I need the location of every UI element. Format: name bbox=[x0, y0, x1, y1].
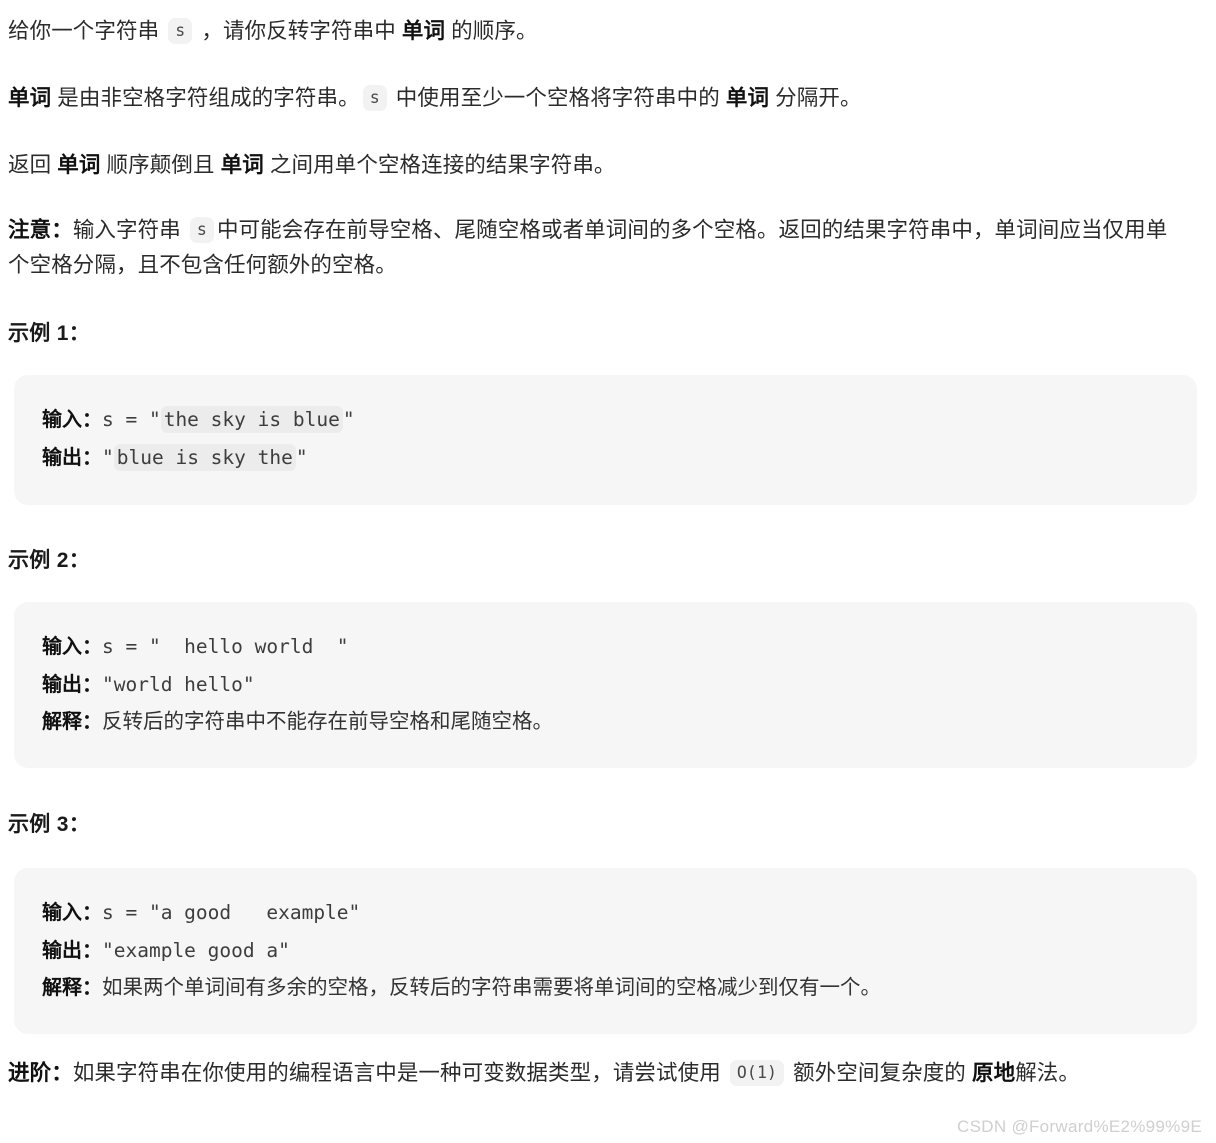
explain-label: 解释： bbox=[42, 977, 102, 1000]
text-segment: 之间用单个空格连接的结果字符串。 bbox=[263, 153, 616, 177]
example-input-line: 输入：s = " hello world " bbox=[42, 628, 1197, 666]
output-label: 输出： bbox=[42, 939, 102, 962]
input-label: 输入： bbox=[42, 636, 102, 658]
paragraph-note: 注意：输入字符串 s 中可能会存在前导空格、尾随空格或者单词间的多个空格。返回的结… bbox=[0, 213, 1198, 283]
text-segment: 的顺序。 bbox=[445, 19, 538, 43]
input-prefix: s = " bbox=[102, 408, 161, 431]
example-block-3: 输入：s = "a good example" 输出："example good… bbox=[14, 868, 1197, 1034]
example-output-line: 输出："world hello" bbox=[42, 666, 1197, 704]
text-segment: 中使用至少一个空格将字符串中的 bbox=[389, 86, 726, 110]
text-segment: 分隔开。 bbox=[769, 86, 862, 110]
output-value: "world hello" bbox=[102, 672, 255, 696]
output-code-value: blue is sky the bbox=[113, 443, 296, 471]
input-value: s = "a good example" bbox=[102, 901, 361, 924]
followup-label: 进阶： bbox=[8, 1061, 73, 1085]
output-value: "example good a" bbox=[102, 938, 290, 962]
emphasis-word: 原地 bbox=[971, 1061, 1016, 1085]
input-label: 输入： bbox=[42, 902, 102, 924]
text-segment: 给你一个字符串 bbox=[8, 19, 166, 43]
example-output-line: 输出：" blue is sky the " bbox=[42, 439, 1197, 477]
example-heading-3: 示例 3： bbox=[8, 813, 91, 836]
output-prefix: " bbox=[102, 445, 114, 469]
input-code-value: the sky is blue bbox=[160, 406, 343, 433]
explain-label: 解释： bbox=[42, 711, 102, 734]
text-segment: 输入字符串 bbox=[72, 218, 187, 242]
inline-code-s: s bbox=[362, 85, 387, 111]
emphasis-word: 单词 bbox=[220, 153, 264, 177]
example-explain-line: 解释：反转后的字符串中不能存在前导空格和尾随空格。 bbox=[42, 703, 1197, 741]
output-label: 输出： bbox=[42, 446, 102, 469]
output-suffix: " bbox=[295, 445, 308, 469]
input-label: 输入： bbox=[42, 409, 102, 431]
emphasis-word: 单词 bbox=[725, 86, 770, 110]
text-segment: 顺序颠倒且 bbox=[100, 153, 221, 177]
text-segment: 如果字符串在你使用的编程语言中是一种可变数据类型，请尝试使用 bbox=[72, 1061, 727, 1085]
paragraph-description-2: 单词 是由非空格字符组成的字符串。 s 中使用至少一个空格将字符串中的 单词 分隔… bbox=[0, 81, 1216, 116]
csdn-watermark: CSDN @Forward%E2%99%9E bbox=[957, 1117, 1202, 1136]
example-block-2: 输入：s = " hello world " 输出："world hello" … bbox=[14, 602, 1197, 768]
text-segment: 解法。 bbox=[1015, 1061, 1080, 1085]
example-input-line: 输入：s = " the sky is blue " bbox=[42, 401, 1197, 439]
inline-code-s: s bbox=[168, 18, 193, 44]
text-segment: 返回 bbox=[8, 153, 58, 177]
paragraph-followup: 进阶：如果字符串在你使用的编程语言中是一种可变数据类型，请尝试使用 O(1) 额… bbox=[0, 1056, 1198, 1091]
text-segment: 额外空间复杂度的 bbox=[787, 1061, 972, 1085]
emphasis-word: 单词 bbox=[401, 19, 446, 43]
example-explain-line: 解释：如果两个单词间有多余的空格，反转后的字符串需要将单词间的空格减少到仅有一个… bbox=[42, 969, 1197, 1007]
inline-code-s: s bbox=[189, 217, 214, 243]
paragraph-description-1: 给你一个字符串 s ，请你反转字符串中 单词 的顺序。 bbox=[0, 14, 1216, 49]
text-segment: 是由非空格字符组成的字符串。 bbox=[51, 86, 360, 110]
example-block-1: 输入：s = " the sky is blue " 输出：" blue is sky… bbox=[14, 375, 1197, 505]
explain-value: 如果两个单词间有多余的空格，反转后的字符串需要将单词间的空格减少到仅有一个。 bbox=[102, 976, 881, 1000]
explain-value: 反转后的字符串中不能存在前导空格和尾随空格。 bbox=[102, 710, 553, 734]
text-segment: ，请你反转字符串中 bbox=[195, 19, 402, 43]
example-heading-2: 示例 2： bbox=[8, 549, 91, 572]
output-label: 输出： bbox=[42, 673, 102, 696]
example-output-line: 输出："example good a" bbox=[42, 932, 1197, 970]
paragraph-description-3: 返回 单词 顺序颠倒且 单词 之间用单个空格连接的结果字符串。 bbox=[0, 148, 1216, 183]
problem-statement-page: 给你一个字符串 s ，请你反转字符串中 单词 的顺序。 单词 是由非空格字符组成… bbox=[0, 0, 1216, 1143]
example-input-line: 输入：s = "a good example" bbox=[42, 894, 1197, 932]
example-heading-1: 示例 1： bbox=[8, 322, 91, 345]
emphasis-word: 单词 bbox=[57, 153, 101, 177]
input-value: s = " hello world " bbox=[102, 635, 349, 658]
inline-code-complexity: O(1) bbox=[729, 1060, 785, 1086]
note-label: 注意： bbox=[8, 218, 73, 242]
emphasis-word: 单词 bbox=[8, 86, 52, 110]
input-suffix: " bbox=[342, 408, 355, 431]
